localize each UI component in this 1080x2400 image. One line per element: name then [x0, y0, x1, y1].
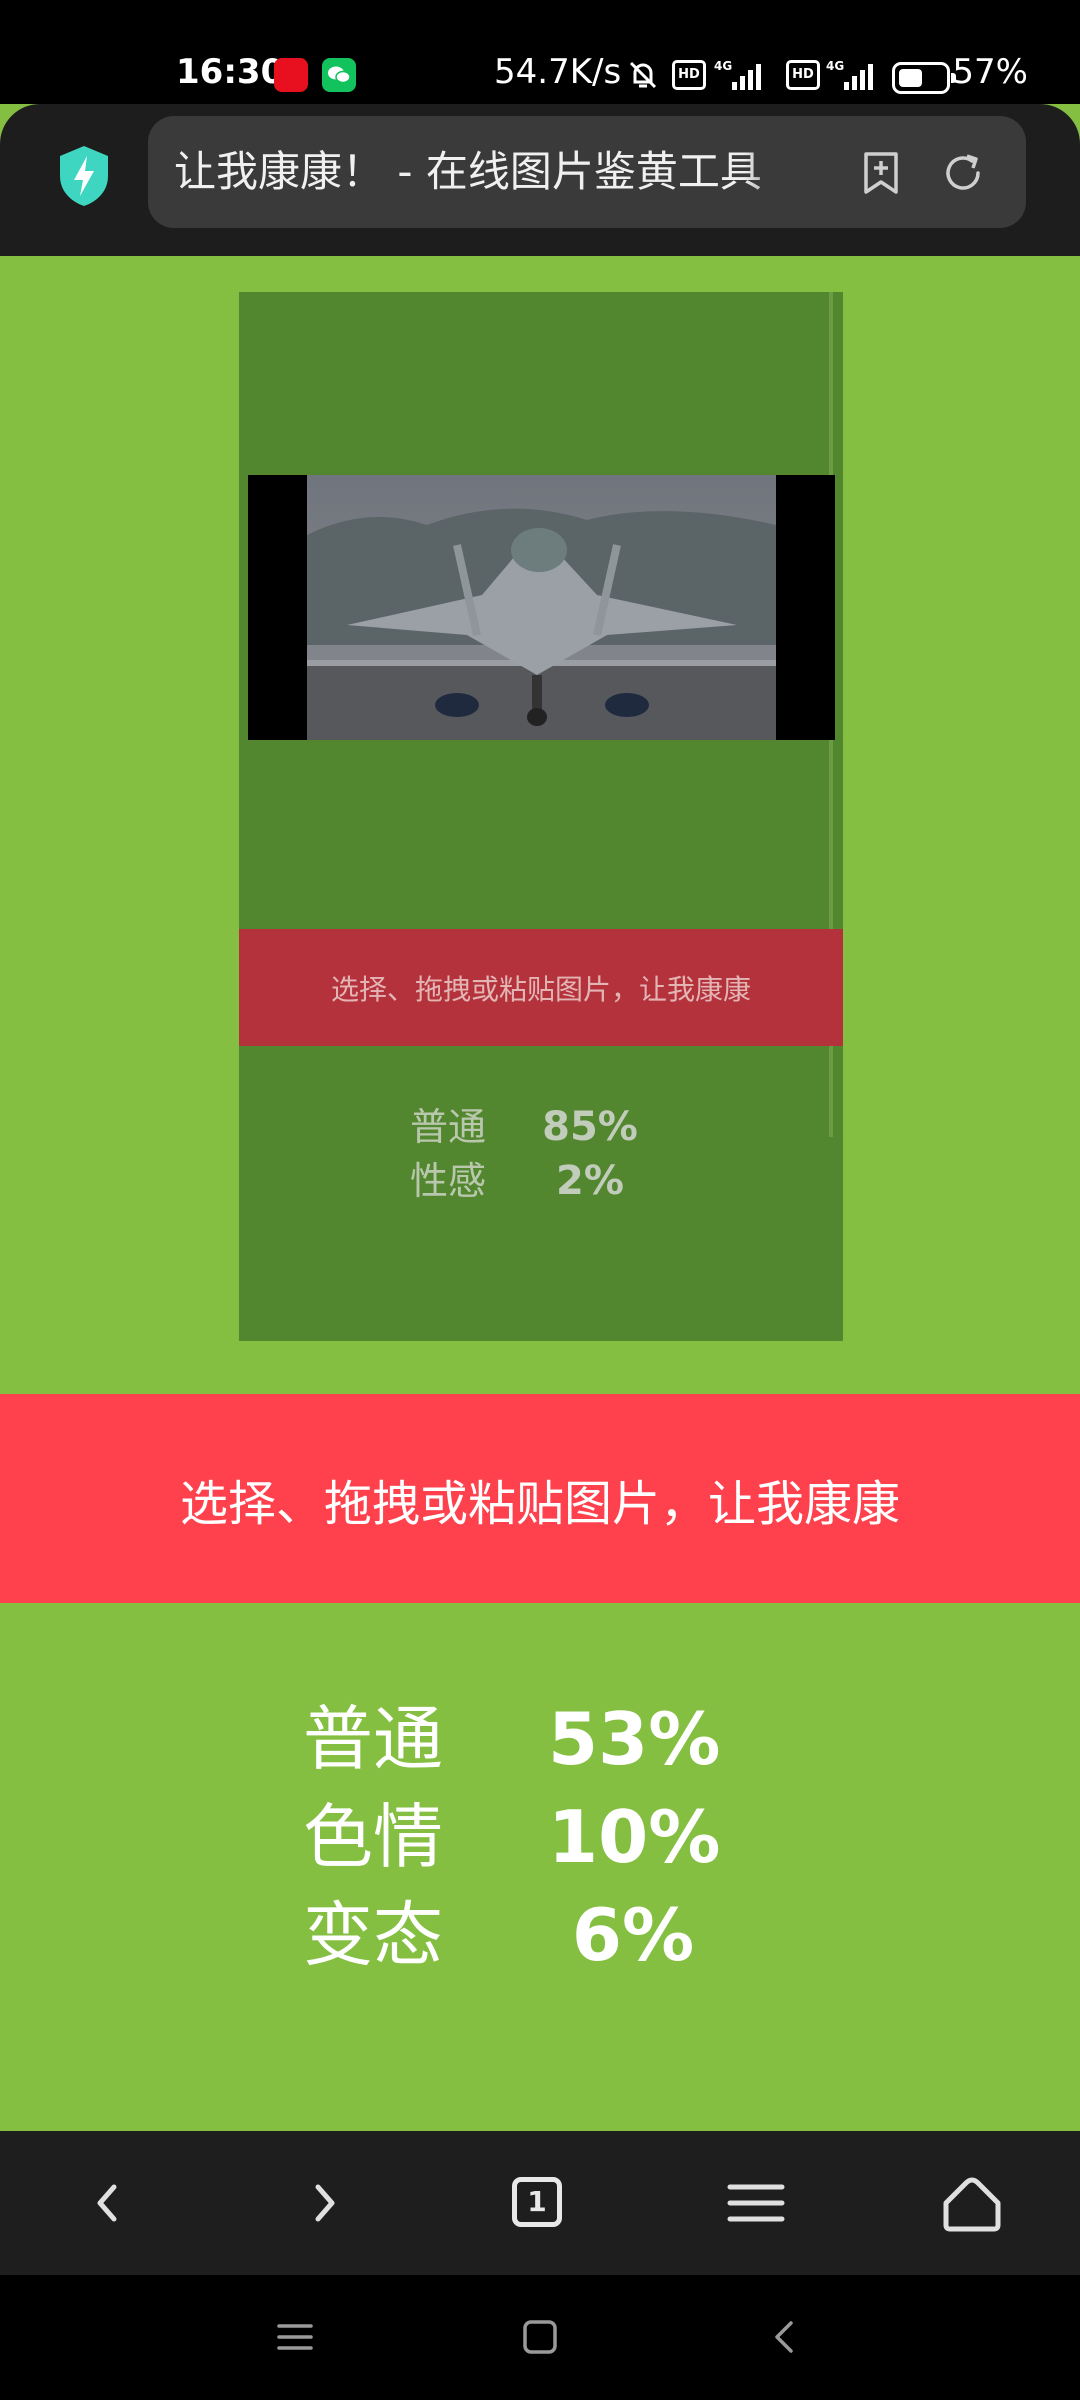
- result-preview: 选择、拖拽或粘贴图片，让我康康 普通 85% 性感 2%: [239, 292, 843, 1341]
- signal-icon: 4G: [714, 59, 761, 90]
- preview-result-row: 普通 85%: [239, 1100, 843, 1154]
- add-bookmark-icon[interactable]: [858, 150, 904, 196]
- fighter-jet-photo: [307, 475, 776, 740]
- browser-nav-bar: 1: [0, 2131, 1080, 2275]
- home-icon[interactable]: [932, 2163, 1012, 2243]
- result-row: 变态 6%: [0, 1886, 1080, 1984]
- bell-muted-icon: [629, 61, 657, 89]
- youdao-app-icon: [274, 58, 308, 92]
- status-time: 16:30: [176, 52, 285, 92]
- result-label: 变态: [303, 1894, 443, 1976]
- preview-upload-button: 选择、拖拽或粘贴图片，让我康康: [239, 929, 843, 1046]
- classification-results: 普通 53% 色情 10% 变态 6%: [0, 1690, 1080, 1984]
- result-value: 6%: [571, 1893, 695, 1977]
- preview-result-label: 普通: [410, 1105, 487, 1149]
- svg-text:4G: 4G: [714, 59, 732, 73]
- refresh-icon[interactable]: [940, 150, 986, 196]
- browser-toolbar: 让我康康！ - 在线图片鉴黄工具: [0, 104, 1080, 256]
- preview-result-label: 性感: [410, 1159, 487, 1203]
- system-back-icon[interactable]: [763, 2315, 807, 2359]
- hd-icon-2: HD: [786, 60, 820, 90]
- status-bar: 16:30 54.7K/s HD 4G HD 4G 57%: [0, 0, 1080, 104]
- page-title: 让我康康！ - 在线图片鉴黄工具: [174, 147, 762, 196]
- tabs-icon[interactable]: 1: [512, 2177, 562, 2227]
- system-home-icon[interactable]: [518, 2315, 562, 2359]
- address-bar[interactable]: 让我康康！ - 在线图片鉴黄工具: [148, 116, 1026, 228]
- battery-percent: 57%: [952, 52, 1028, 92]
- menu-icon[interactable]: [716, 2163, 796, 2243]
- result-label: 普通: [303, 1698, 443, 1780]
- battery-icon: [892, 62, 956, 94]
- result-value: 53%: [548, 1697, 721, 1781]
- result-row: 普通 53%: [0, 1690, 1080, 1788]
- preview-result-value: 2%: [556, 1158, 624, 1204]
- svg-text:4G: 4G: [826, 59, 844, 73]
- result-label: 色情: [303, 1796, 443, 1878]
- uploaded-image: [248, 475, 835, 740]
- preview-results: 普通 85% 性感 2%: [239, 1100, 843, 1208]
- forward-icon[interactable]: [284, 2163, 364, 2243]
- preview-result-value: 85%: [542, 1104, 638, 1150]
- network-speed: 54.7K/s: [494, 52, 622, 92]
- recents-icon[interactable]: [273, 2315, 317, 2359]
- result-row: 色情 10%: [0, 1788, 1080, 1886]
- hd-icon: HD: [672, 60, 706, 90]
- result-value: 10%: [548, 1795, 721, 1879]
- back-icon[interactable]: [68, 2163, 148, 2243]
- signal-icon-2: 4G: [826, 59, 873, 90]
- preview-result-row: 性感 2%: [239, 1154, 843, 1208]
- upload-button[interactable]: 选择、拖拽或粘贴图片，让我康康: [0, 1394, 1080, 1603]
- wechat-icon: [322, 58, 356, 92]
- system-nav-bar: [0, 2275, 1080, 2400]
- shield-icon[interactable]: [56, 144, 112, 208]
